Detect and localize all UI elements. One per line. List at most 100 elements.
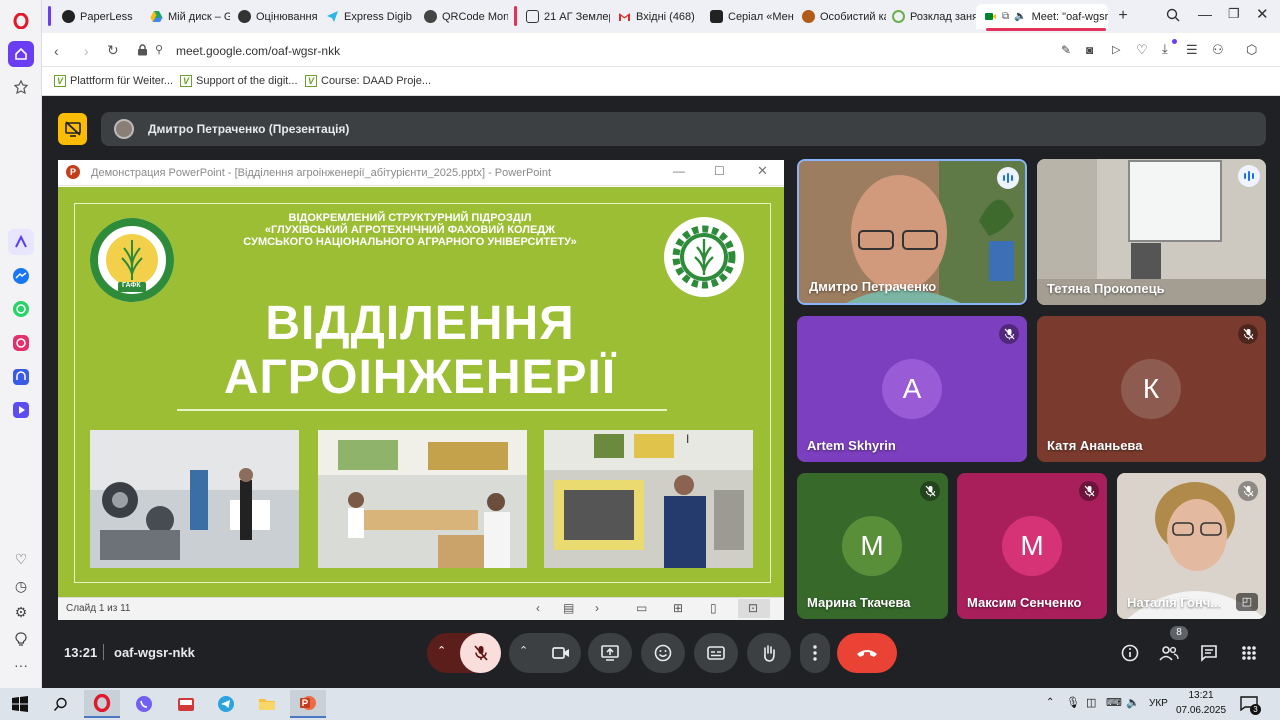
people-button[interactable] bbox=[1155, 639, 1183, 667]
taskbar-app-icon[interactable] bbox=[168, 690, 204, 718]
extensions-cube-icon[interactable]: ⬡ bbox=[1246, 42, 1257, 58]
info-icon bbox=[1121, 644, 1139, 662]
edit-icon[interactable]: ✎ bbox=[1061, 43, 1071, 57]
more-options-button[interactable] bbox=[800, 633, 830, 673]
player-icon[interactable] bbox=[8, 397, 34, 423]
site-info-icon[interactable]: ⚲ bbox=[155, 43, 163, 56]
ppt-close-icon[interactable]: ✕ bbox=[757, 163, 768, 179]
ppt-minimize-icon[interactable]: — bbox=[673, 164, 685, 178]
tray-microphone-icon[interactable]: 🎙 bbox=[1066, 696, 1080, 709]
taskbar-clock-date[interactable]: 07.06.2025 bbox=[1172, 705, 1230, 716]
tips-bulb-icon[interactable] bbox=[8, 626, 34, 652]
minimize-window-icon[interactable]: — bbox=[1198, 6, 1212, 22]
chat-button[interactable] bbox=[1195, 639, 1223, 667]
participant-tile[interactable]: A Artem Skhyrin bbox=[797, 316, 1027, 462]
tab-express-digibook[interactable]: Express Digibo bbox=[318, 4, 412, 29]
taskbar-file-explorer-icon[interactable] bbox=[249, 690, 285, 718]
participant-name: Дмитро Петраченко bbox=[809, 279, 937, 294]
home-icon[interactable] bbox=[8, 41, 34, 67]
normal-view-icon[interactable]: ▭ bbox=[636, 601, 647, 615]
participant-tile[interactable]: К Катя Ананьева bbox=[1037, 316, 1266, 462]
heart-icon[interactable]: ♡ bbox=[8, 546, 34, 572]
taskbar-powerpoint-icon[interactable] bbox=[290, 690, 326, 718]
audio-options-chevron-icon[interactable]: ⌃ bbox=[437, 644, 446, 657]
participant-tile[interactable]: М Максим Сенченко bbox=[957, 473, 1107, 619]
taskbar-search-icon[interactable] bbox=[42, 690, 78, 718]
aria-icon[interactable] bbox=[8, 229, 34, 255]
leave-call-button[interactable] bbox=[837, 633, 897, 673]
pinboards-icon[interactable] bbox=[8, 74, 34, 100]
camera-snapshot-icon[interactable]: ◙ bbox=[1086, 43, 1093, 57]
bookmark-item[interactable]: V Course: DAAD Proje... bbox=[305, 75, 431, 87]
tab-group-marker bbox=[48, 6, 51, 26]
windows-start-icon[interactable] bbox=[2, 690, 38, 718]
microphone-toggle-button[interactable] bbox=[460, 633, 501, 673]
video-options-chevron-icon[interactable]: ⌃ bbox=[519, 644, 528, 657]
ppt-maximize-icon[interactable]: ☐ bbox=[714, 164, 725, 178]
activities-button[interactable] bbox=[1235, 639, 1263, 667]
slide-divider bbox=[177, 409, 667, 411]
favorite-heart-icon[interactable]: ♡ bbox=[1136, 42, 1148, 58]
present-screen-button[interactable] bbox=[588, 633, 632, 673]
participant-tile[interactable]: М Марина Ткачева bbox=[797, 473, 948, 619]
tab-search-icon[interactable] bbox=[1166, 8, 1180, 25]
slide-sorter-icon[interactable]: ⊞ bbox=[673, 601, 683, 615]
settings-icon[interactable]: ⚙ bbox=[8, 599, 34, 625]
new-tab-plus-icon[interactable]: + bbox=[1114, 7, 1132, 25]
close-window-icon[interactable]: ✕ bbox=[1256, 5, 1269, 23]
captions-button[interactable] bbox=[694, 633, 738, 673]
music-player-icon[interactable] bbox=[8, 364, 34, 390]
tab-schedule[interactable]: Розклад занят bbox=[884, 4, 976, 29]
tray-overflow-chevron-icon[interactable]: ⌃ bbox=[1046, 697, 1054, 708]
participant-tile[interactable]: Наталія Гонч... ◰ bbox=[1117, 473, 1266, 619]
lock-icon[interactable] bbox=[137, 43, 148, 61]
tab-personal-cabinet[interactable]: Особистий ка bbox=[794, 4, 886, 29]
camera-toggle-button[interactable] bbox=[541, 633, 581, 673]
instagram-icon[interactable] bbox=[8, 330, 34, 356]
forward-arrow-icon[interactable]: › bbox=[84, 43, 89, 59]
play-icon[interactable]: ▷ bbox=[1112, 43, 1120, 56]
picture-in-picture-icon[interactable]: ◰ bbox=[1236, 593, 1258, 611]
stop-presentation-view-button[interactable] bbox=[58, 113, 87, 145]
whatsapp-icon[interactable] bbox=[8, 296, 34, 322]
participant-tile[interactable]: Дмитро Петраченко bbox=[797, 159, 1027, 305]
tab-serial[interactable]: Серіал «Мент bbox=[702, 4, 794, 29]
reload-icon[interactable]: ↻ bbox=[107, 42, 119, 59]
downloads-icon[interactable]: ⤓ bbox=[1162, 41, 1168, 57]
opera-logo-icon[interactable] bbox=[8, 8, 34, 34]
back-arrow-icon[interactable]: ‹ bbox=[54, 43, 59, 59]
tray-volume-icon[interactable]: 🔈 bbox=[1126, 696, 1140, 709]
tab-google-meet[interactable]: ⧉ 🔈 Meet: "oaf-wgsr bbox=[976, 4, 1108, 29]
participant-tile[interactable]: Тетяна Прокопець bbox=[1037, 159, 1266, 305]
taskbar-clock-time[interactable]: 13:21 bbox=[1176, 690, 1226, 701]
keyboard-language[interactable]: УКР bbox=[1149, 698, 1168, 709]
reactions-button[interactable] bbox=[641, 633, 685, 673]
tray-network-icon[interactable]: ⌨ bbox=[1106, 696, 1122, 709]
easy-setup-icon[interactable]: ☰ bbox=[1186, 42, 1198, 58]
taskbar-viber-icon[interactable] bbox=[126, 690, 162, 718]
tab-gmail[interactable]: Вхідні (468) - г bbox=[610, 4, 698, 29]
restore-window-icon[interactable]: ❐ bbox=[1228, 6, 1240, 22]
tab-paperless[interactable]: PaperLess bbox=[54, 4, 142, 29]
taskbar-telegram-icon[interactable] bbox=[208, 690, 244, 718]
history-icon[interactable]: ◷ bbox=[8, 573, 34, 599]
raise-hand-button[interactable] bbox=[747, 633, 791, 673]
url-field[interactable]: meet.google.com/oaf-wgsr-nkk bbox=[176, 44, 340, 58]
bookmark-item[interactable]: V Support of the digit... bbox=[180, 75, 298, 87]
slide-menu-icon[interactable]: ▤ bbox=[563, 601, 574, 615]
tab-calendar[interactable]: 21 АГ Землер bbox=[518, 4, 610, 29]
more-dots-icon[interactable]: ··· bbox=[8, 652, 34, 678]
meeting-details-button[interactable] bbox=[1116, 639, 1144, 667]
tray-screen-capture-icon[interactable]: ◫ bbox=[1086, 696, 1096, 709]
profile-icon[interactable]: ⚇ bbox=[1212, 42, 1224, 58]
messenger-icon[interactable] bbox=[8, 263, 34, 289]
bookmark-item[interactable]: V Plattform für Weiter... bbox=[54, 75, 173, 87]
tab-qrcode-monkey[interactable]: QRCode Monk bbox=[416, 4, 508, 29]
next-slide-icon[interactable]: › bbox=[595, 601, 599, 615]
text-cursor-icon: I bbox=[686, 432, 690, 446]
taskbar-opera-icon[interactable] bbox=[84, 690, 120, 718]
previous-slide-icon[interactable]: ‹ bbox=[536, 601, 540, 615]
reading-view-icon[interactable]: ▯ bbox=[710, 601, 717, 615]
tab-google-drive[interactable]: Мій диск – Go bbox=[142, 4, 230, 29]
tab-grading[interactable]: Оцінювання в bbox=[230, 4, 318, 29]
